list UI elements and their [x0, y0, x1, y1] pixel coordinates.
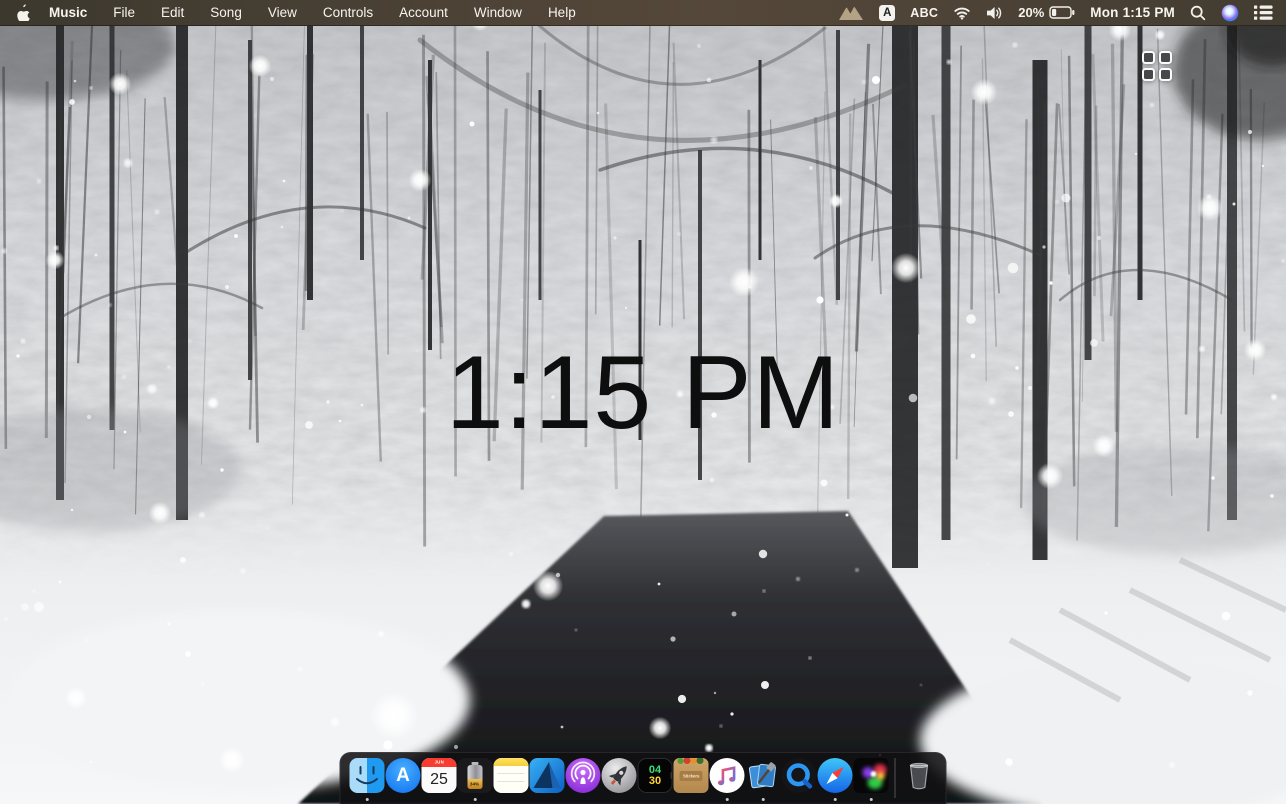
- menu-song[interactable]: Song: [197, 0, 255, 25]
- battery-percent-label: 20%: [1018, 5, 1044, 20]
- dock-stickers-app-icon[interactable]: Stickers: [674, 758, 709, 804]
- menu-edit[interactable]: Edit: [148, 0, 197, 25]
- input-source-icon[interactable]: A: [879, 5, 895, 21]
- dock-app-store-icon[interactable]: A: [386, 758, 421, 804]
- menu-account[interactable]: Account: [386, 0, 461, 25]
- battery-app-percent: 34%: [470, 782, 479, 787]
- app-grid-icon[interactable]: [1142, 51, 1172, 81]
- menu-window[interactable]: Window: [461, 0, 535, 25]
- dock-battery-app-icon[interactable]: 34%: [458, 758, 493, 804]
- dock-rocket-app-icon[interactable]: [602, 758, 637, 804]
- dock-podcasts-icon[interactable]: [566, 758, 601, 804]
- dock-particles-app-icon[interactable]: [854, 758, 889, 804]
- menu-view[interactable]: View: [255, 0, 310, 25]
- input-source-badge: A: [879, 5, 895, 21]
- siri-icon[interactable]: [1221, 4, 1239, 22]
- dock: A JUN 25 34%: [340, 752, 947, 804]
- mountain-status-icon[interactable]: [838, 5, 864, 21]
- dock-safari-icon[interactable]: [818, 758, 853, 804]
- dock-music-app-icon[interactable]: [710, 758, 745, 804]
- stickers-label: Stickers: [683, 774, 699, 778]
- apple-menu[interactable]: [16, 4, 30, 21]
- dock-finder-icon[interactable]: [350, 758, 385, 804]
- dock-notes-icon[interactable]: [494, 758, 529, 804]
- spotlight-icon[interactable]: [1190, 5, 1206, 21]
- dock-trash-icon[interactable]: [902, 758, 937, 804]
- calendar-day: 25: [422, 767, 457, 793]
- watch-hour: 04: [649, 765, 661, 776]
- dock-calendar-icon[interactable]: JUN 25: [422, 758, 457, 804]
- dock-xcode-icon[interactable]: [746, 758, 781, 804]
- battery-icon: [1049, 6, 1075, 19]
- menu-bar: Music File Edit Song View Controls Accou…: [0, 0, 1286, 26]
- battery-status[interactable]: 20%: [1018, 5, 1075, 20]
- wallpaper-snowy-forest: [0, 0, 1286, 804]
- menu-controls[interactable]: Controls: [310, 0, 386, 25]
- menu-file[interactable]: File: [100, 0, 148, 25]
- dock-watch-app-icon[interactable]: 04 30: [638, 758, 673, 804]
- input-source-label[interactable]: ABC: [910, 6, 938, 20]
- menu-app-name[interactable]: Music: [36, 0, 100, 25]
- watch-minute: 30: [649, 776, 661, 787]
- calendar-month: JUN: [422, 758, 457, 767]
- menubar-clock[interactable]: Mon 1:15 PM: [1090, 5, 1175, 20]
- notification-center-icon[interactable]: [1254, 4, 1273, 21]
- menu-help[interactable]: Help: [535, 0, 589, 25]
- dock-quicktime-icon[interactable]: [782, 758, 817, 804]
- wifi-icon[interactable]: [953, 6, 971, 20]
- dock-design-app-icon[interactable]: [530, 758, 565, 804]
- volume-icon[interactable]: [986, 6, 1003, 20]
- dock-separator: [895, 758, 896, 798]
